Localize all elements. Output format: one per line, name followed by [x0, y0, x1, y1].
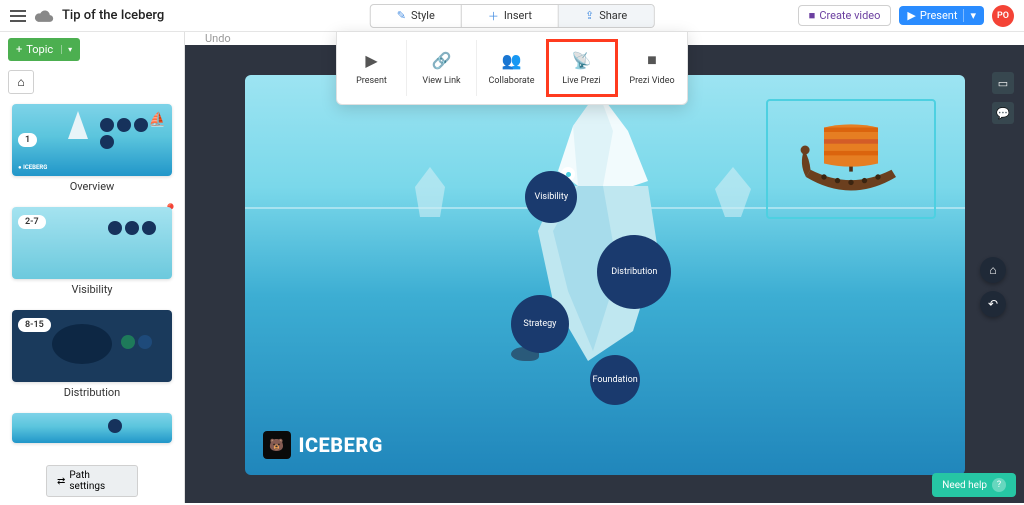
main-tabs: ✎Style ＋Insert ⇪Share: [370, 4, 655, 28]
video-icon: ■: [647, 50, 657, 70]
top-right-actions: ■Create video ▶Present▾ PO: [798, 5, 1014, 27]
share-collaborate[interactable]: 👥Collaborate: [477, 40, 547, 96]
nav-back-button[interactable]: ↶: [980, 291, 1006, 317]
slide-thumbnails: ⛵ 1 ● ICEBERG Overview 📍 2-7 Visibility: [0, 98, 184, 503]
back-arrow-icon: ↶: [988, 297, 998, 311]
people-icon: 👥: [502, 51, 522, 70]
thumb-distribution[interactable]: 8-15 Distribution: [10, 310, 174, 399]
present-button[interactable]: ▶Present▾: [899, 6, 984, 25]
share-prezi-video[interactable]: ■Prezi Video: [617, 40, 687, 96]
thumb-overview[interactable]: ⛵ 1 ● ICEBERG Overview: [10, 104, 174, 193]
floating-nav-buttons: ⌂ ↶: [980, 257, 1006, 317]
ship-selection-frame[interactable]: [766, 99, 936, 219]
question-icon: ?: [992, 478, 1006, 492]
home-icon: ⌂: [989, 263, 996, 277]
play-icon: ▶: [365, 51, 377, 70]
home-button[interactable]: ⌂: [8, 70, 34, 94]
share-present[interactable]: ▶Present: [337, 40, 407, 96]
top-bar: Tip of the Iceberg ✎Style ＋Insert ⇪Share…: [0, 0, 1024, 32]
path-icon: ⇄: [57, 476, 65, 487]
broadcast-icon: 📡: [572, 51, 592, 70]
video-camera-icon: ■: [809, 9, 816, 22]
topic-distribution[interactable]: Distribution: [597, 235, 671, 309]
tab-style[interactable]: ✎Style: [371, 5, 462, 27]
cloud-sync-icon[interactable]: [34, 9, 54, 23]
tab-insert[interactable]: ＋Insert: [462, 5, 559, 27]
link-icon: 🔗: [432, 51, 452, 70]
ship-icon: ⛵: [149, 112, 166, 128]
path-settings-button[interactable]: ⇄Path settings: [46, 465, 138, 497]
user-avatar[interactable]: PO: [992, 5, 1014, 27]
topic-strategy[interactable]: Strategy: [511, 295, 569, 353]
share-live-prezi[interactable]: 📡Live Prezi: [547, 40, 617, 96]
sidebar: +Topic▾ ⌂ ⛵ 1 ● ICEBERG Overview 📍 2-7: [0, 32, 185, 503]
tab-share[interactable]: ⇪Share: [559, 5, 653, 27]
share-view-link[interactable]: 🔗View Link: [407, 40, 477, 96]
canvas-logo: 🐻 ICEBERG: [263, 431, 383, 459]
nav-home-button[interactable]: ⌂: [980, 257, 1006, 283]
presentation-title[interactable]: Tip of the Iceberg: [62, 8, 164, 23]
undo-button[interactable]: Undo: [205, 32, 231, 45]
menu-icon[interactable]: [10, 10, 26, 22]
thumb-visibility[interactable]: 📍 2-7 Visibility: [10, 207, 174, 296]
background-iceberg: [410, 167, 450, 217]
thumb-next[interactable]: [10, 413, 174, 443]
editor-canvas[interactable]: Visibility Distribution Strategy Foundat…: [245, 75, 965, 475]
background-iceberg: [713, 167, 753, 217]
chevron-down-icon[interactable]: ▾: [61, 45, 72, 54]
topic-visibility[interactable]: Visibility: [525, 171, 577, 223]
need-help-button[interactable]: Need help ?: [932, 473, 1016, 497]
chevron-down-icon[interactable]: ▾: [963, 9, 976, 22]
viking-ship-icon: [796, 114, 906, 204]
add-topic-button[interactable]: +Topic▾: [8, 38, 80, 61]
home-icon: ⌂: [17, 75, 24, 89]
logo-badge-icon: 🐻: [263, 431, 291, 459]
play-icon: ▶: [907, 9, 915, 22]
plus-icon: +: [16, 43, 22, 56]
create-video-button[interactable]: ■Create video: [798, 5, 892, 26]
topic-foundation[interactable]: Foundation: [590, 355, 640, 405]
share-dropdown: ▶Present 🔗View Link 👥Collaborate 📡Live P…: [336, 31, 688, 105]
